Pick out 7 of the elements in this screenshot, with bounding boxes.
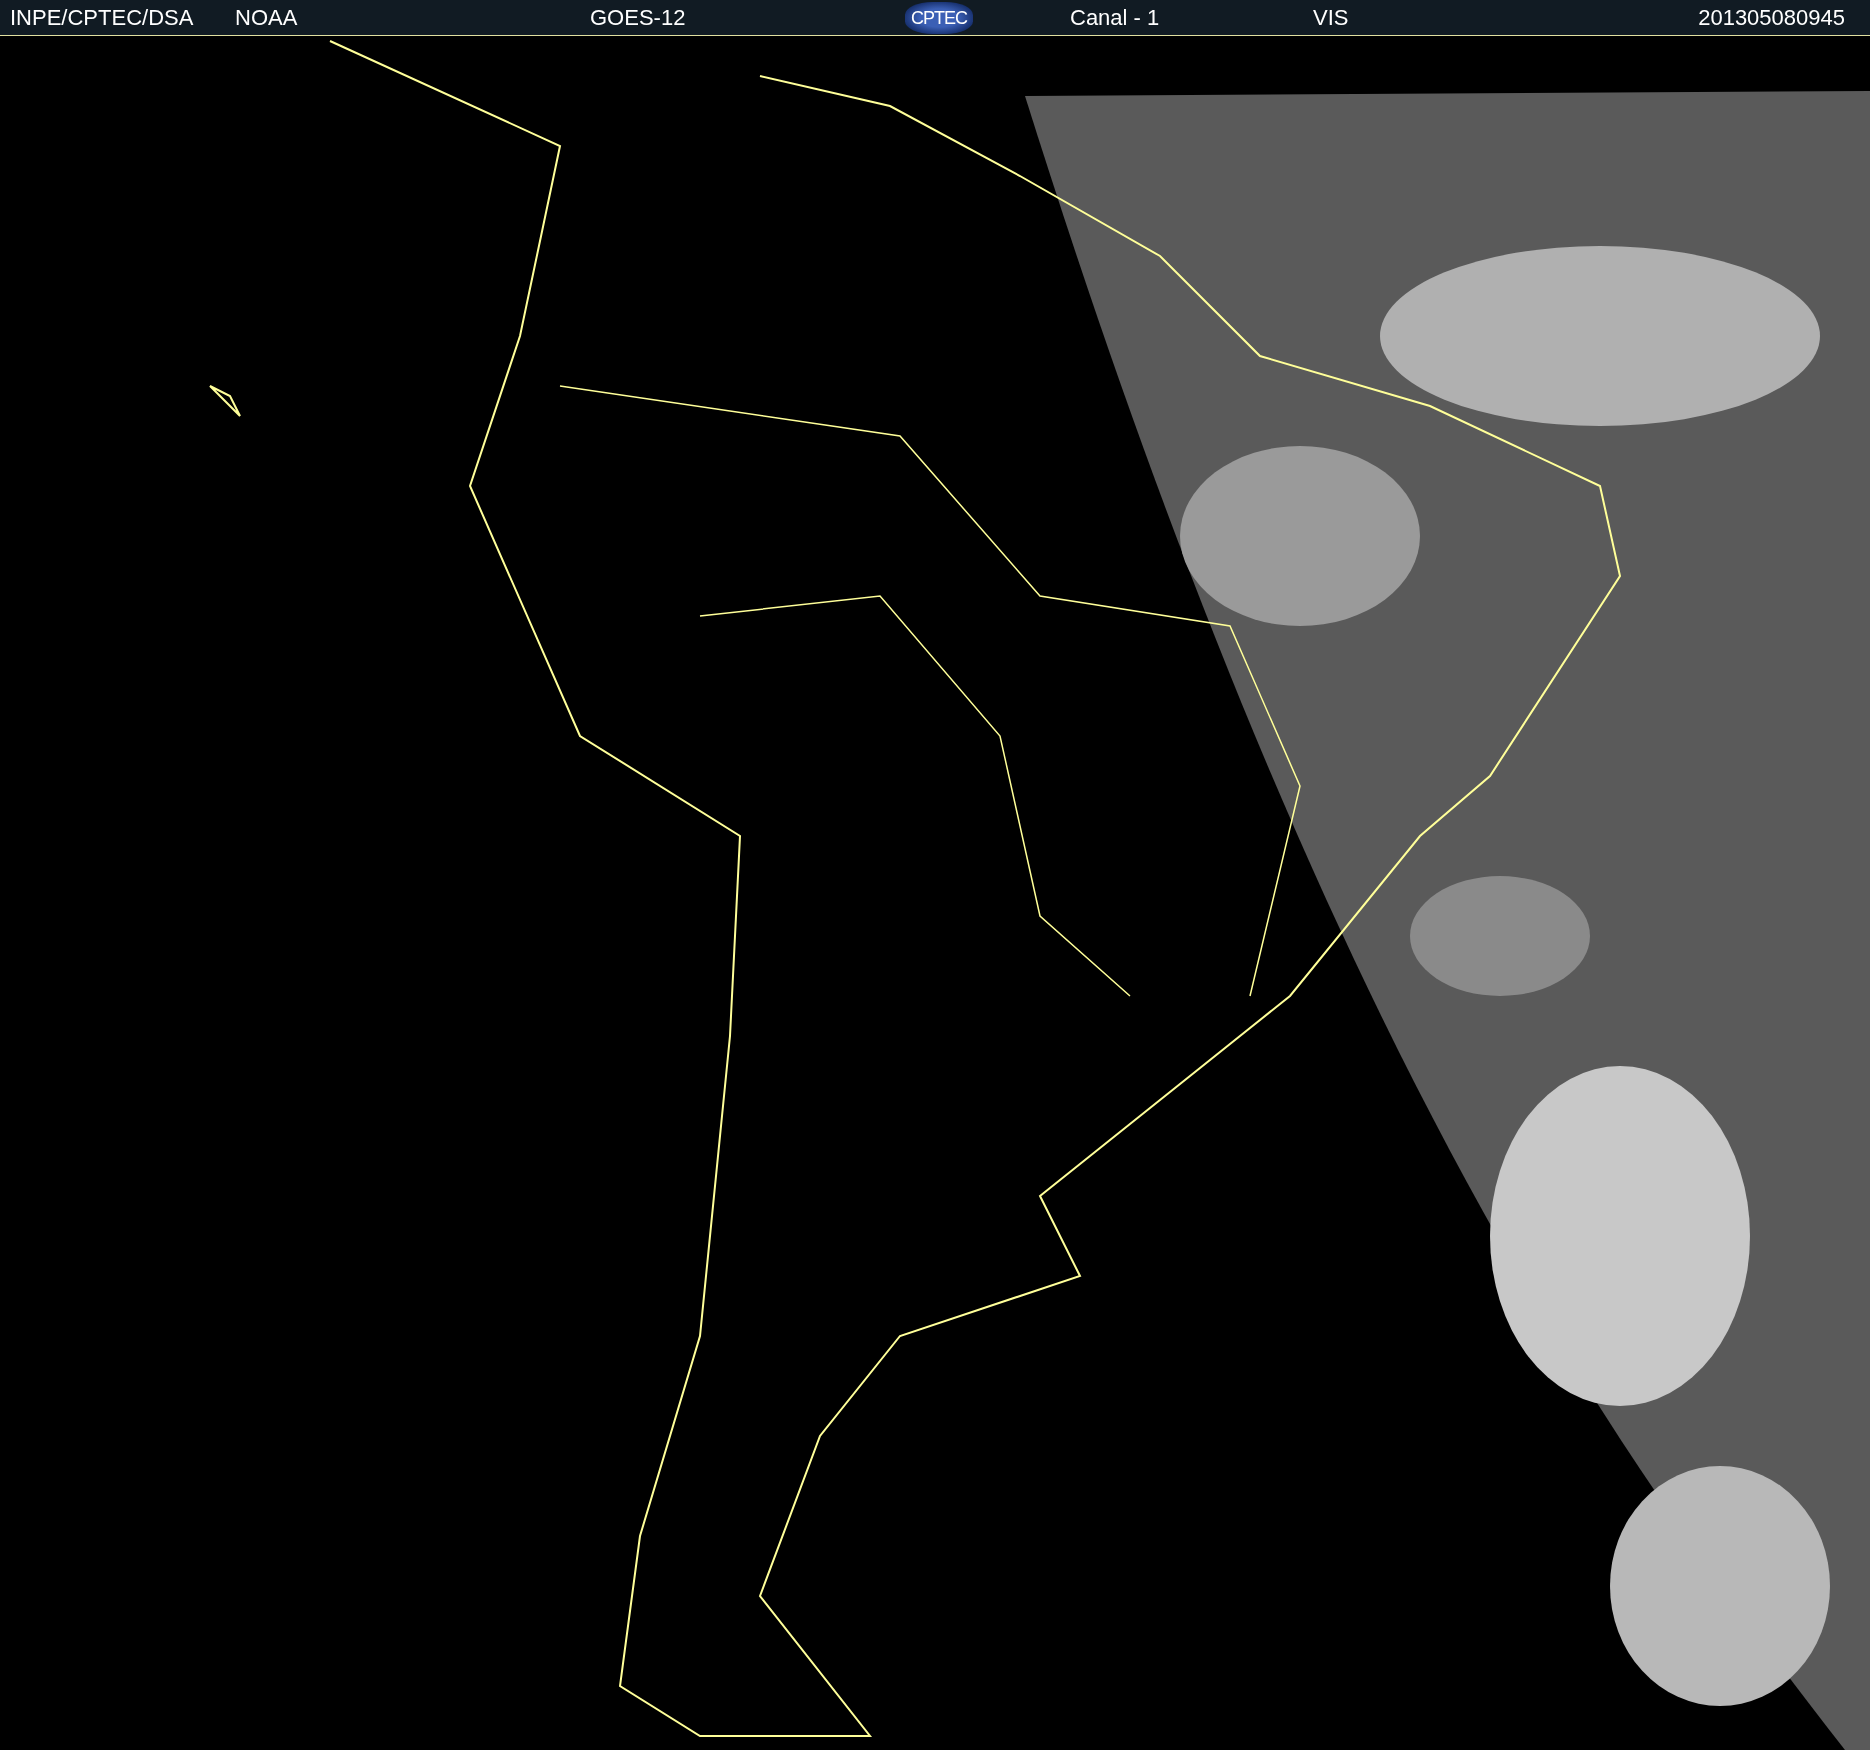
logo: CPTEC	[905, 1, 973, 34]
header-label: 201305080945	[1698, 4, 1845, 31]
header-label: GOES-12	[590, 4, 686, 31]
header-label: Canal - 1	[1070, 4, 1160, 31]
header-label: NOAA	[235, 4, 298, 31]
header-label: INPE/CPTEC/DSA	[10, 4, 194, 31]
header-label: VIS	[1313, 4, 1349, 31]
